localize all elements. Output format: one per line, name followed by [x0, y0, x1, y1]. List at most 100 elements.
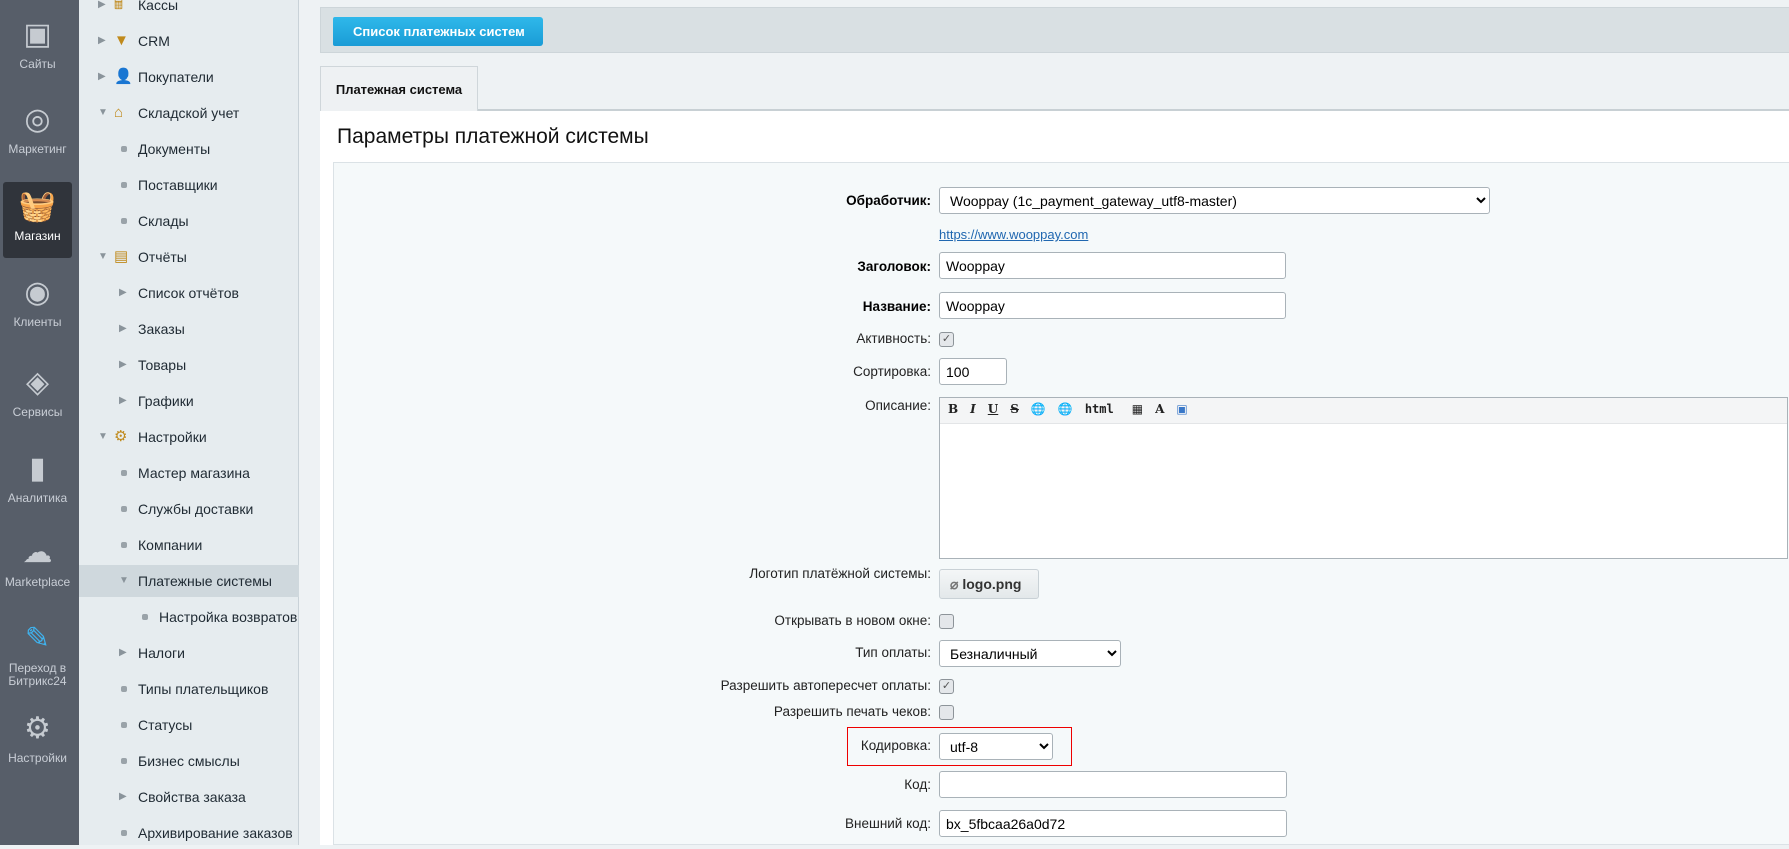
handler-select[interactable]: Wooppay (1c_payment_gateway_utf8-master) — [939, 187, 1490, 214]
font-icon[interactable]: A — [1155, 402, 1164, 416]
chevron-right-icon[interactable]: ▶ — [119, 277, 127, 309]
sidebar-menu: ▶ 🖩 Кассы ▶ ▼ CRM ▶ 👤 Покупатели ▼ ⌂ Складской учет… — [79, 0, 299, 845]
target-icon: ◎ — [24, 103, 51, 136]
sidebar-item-label: Товары — [138, 357, 187, 373]
handler-label: Обработчик: — [846, 193, 931, 208]
chevron-right-icon[interactable]: ▶ — [98, 61, 106, 93]
sidebar-item-label: Склады — [138, 213, 189, 229]
image-icon[interactable]: ▣ — [1176, 402, 1187, 416]
chevron-down-icon[interactable]: ▼ — [98, 421, 108, 453]
sidebar-item[interactable]: ▼ ⚙ Настройки — [79, 421, 299, 453]
calendar-24-icon: ▣ — [23, 18, 52, 51]
sidebar-item[interactable]: Настройка возвратов — [79, 601, 299, 633]
sidebar-item[interactable]: Статусы — [79, 709, 299, 741]
sidebar-item[interactable]: Поставщики — [79, 169, 299, 201]
strikethrough-icon[interactable]: S — [1010, 402, 1019, 416]
sidebar-item-label: Типы плательщиков — [138, 681, 269, 697]
sidebar-item[interactable]: ▶ Графики — [79, 385, 299, 417]
name-input[interactable] — [939, 292, 1286, 319]
encoding-select[interactable]: utf-8 — [939, 733, 1053, 760]
sidebar-item[interactable]: Бизнес смыслы — [79, 745, 299, 777]
page-title: Параметры платежной системы — [337, 125, 649, 148]
sidebar-item[interactable]: ▼ ⌂ Складской учет — [79, 97, 299, 129]
chevron-right-icon[interactable]: ▶ — [119, 637, 127, 669]
chevron-right-icon[interactable]: ▶ — [119, 349, 127, 381]
unlink-icon[interactable]: 🌐 — [1058, 402, 1073, 416]
chevron-down-icon[interactable]: ▼ — [98, 97, 108, 129]
encoding-label: Кодировка: — [860, 738, 931, 753]
sidebar-item[interactable]: Службы доставки — [79, 493, 299, 525]
sidebar-item[interactable]: ▶ 🖩 Кассы — [79, 0, 299, 21]
header-label: Заголовок: — [857, 259, 931, 274]
app-bar-label: Сервисы — [12, 405, 63, 419]
app-bar-item[interactable]: ◈ Сервисы — [3, 366, 72, 419]
sidebar-item[interactable]: ▶ Товары — [79, 349, 299, 381]
autorecalc-checkbox[interactable]: ✓ — [939, 679, 954, 694]
app-bar-item[interactable]: ⚙ Настройки — [3, 712, 72, 765]
tab-payment-system[interactable]: Платежная система — [320, 66, 478, 111]
sidebar-item[interactable]: Архивирование заказов — [79, 817, 299, 849]
chevron-down-icon[interactable]: ▼ — [98, 241, 108, 273]
sidebar-item[interactable]: Склады — [79, 205, 299, 237]
new-window-checkbox[interactable] — [939, 614, 954, 629]
app-bar-item[interactable]: ☁ Marketplace — [3, 536, 72, 589]
app-bar-item[interactable]: 🧺 Магазин — [3, 182, 72, 258]
sidebar-item-label: Платежные системы — [138, 573, 272, 589]
cloud-download-icon: ☁ — [22, 536, 53, 569]
chevron-right-icon[interactable]: ▶ — [98, 0, 106, 21]
content-panel: Параметры платежной системы Обработчик: … — [320, 111, 1789, 845]
sidebar-item[interactable]: Типы плательщиков — [79, 673, 299, 705]
sidebar-item[interactable]: ▶ Свойства заказа — [79, 781, 299, 813]
bullet-icon — [121, 722, 127, 728]
warehouse-icon: ⌂ — [114, 104, 124, 121]
underline-icon[interactable]: U — [988, 402, 998, 416]
external-code-input[interactable] — [939, 810, 1287, 837]
logo-file-button[interactable]: ⌀ logo.png — [939, 569, 1039, 599]
italic-icon[interactable]: I — [970, 402, 976, 416]
chevron-down-icon[interactable]: ▼ — [119, 565, 129, 597]
sidebar-item[interactable]: ▶ 👤 Покупатели — [79, 61, 299, 93]
code-input[interactable] — [939, 771, 1287, 798]
sidebar-item[interactable]: ▶ Налоги — [79, 637, 299, 669]
payment-systems-list-button[interactable]: Список платежных систем — [333, 17, 543, 46]
app-bar-item[interactable]: ▮ Аналитика — [3, 452, 72, 505]
active-checkbox[interactable]: ✓ — [939, 332, 954, 347]
buyers-icon: 👤 — [114, 68, 133, 85]
tab-bar: Платежная система — [320, 66, 1789, 111]
chevron-right-icon[interactable]: ▶ — [119, 781, 127, 813]
pay-type-select[interactable]: Безналичный — [939, 640, 1121, 667]
chevron-right-icon[interactable]: ▶ — [98, 25, 106, 57]
chevron-right-icon[interactable]: ▶ — [119, 385, 127, 417]
sidebar-item[interactable]: ▶ Заказы — [79, 313, 299, 345]
app-bar-item[interactable]: ◉ Клиенты — [3, 276, 72, 329]
paste-icon[interactable]: ▦ — [1132, 402, 1143, 416]
chevron-right-icon[interactable]: ▶ — [119, 313, 127, 345]
header-input[interactable] — [939, 252, 1286, 279]
sidebar-item[interactable]: ▼ Платежные системы — [79, 565, 299, 597]
html-button[interactable]: html — [1085, 402, 1114, 416]
sidebar-item[interactable]: Мастер магазина — [79, 457, 299, 489]
sidebar-item[interactable]: Компании — [79, 529, 299, 561]
app-bar-item[interactable]: ✎ Переход в Битрикс24 — [3, 622, 72, 688]
bold-icon[interactable]: B — [948, 402, 958, 416]
app-bar-item[interactable]: ◎ Маркетинг — [3, 103, 72, 156]
sidebar-item-label: Поставщики — [138, 177, 218, 193]
sidebar-item[interactable]: ▶ Список отчётов — [79, 277, 299, 309]
sidebar-item[interactable]: ▼ ▤ Отчёты — [79, 241, 299, 273]
active-label: Активность: — [856, 331, 931, 346]
sidebar-item-label: Заказы — [138, 321, 185, 337]
sidebar-item[interactable]: Документы — [79, 133, 299, 165]
handler-link[interactable]: https://www.wooppay.com — [939, 227, 1088, 242]
sidebar-item-label: Складской учет — [138, 105, 240, 121]
sort-label: Сортировка: — [853, 364, 931, 379]
bar-chart-icon: ▮ — [29, 452, 46, 485]
description-editor[interactable]: B I U S 🌐 🌐 html ▦ A ▣ — [939, 397, 1788, 559]
sidebar-item-label: Службы доставки — [138, 501, 254, 517]
print-checks-checkbox[interactable] — [939, 705, 954, 720]
sort-input[interactable] — [939, 358, 1007, 385]
sidebar-item-label: CRM — [138, 33, 170, 49]
app-bar-item[interactable]: ▣ Сайты — [3, 18, 72, 71]
logo-label: Логотип платёжной системы: — [749, 566, 931, 581]
sidebar-item[interactable]: ▶ ▼ CRM — [79, 25, 299, 57]
link-icon[interactable]: 🌐 — [1031, 402, 1046, 416]
